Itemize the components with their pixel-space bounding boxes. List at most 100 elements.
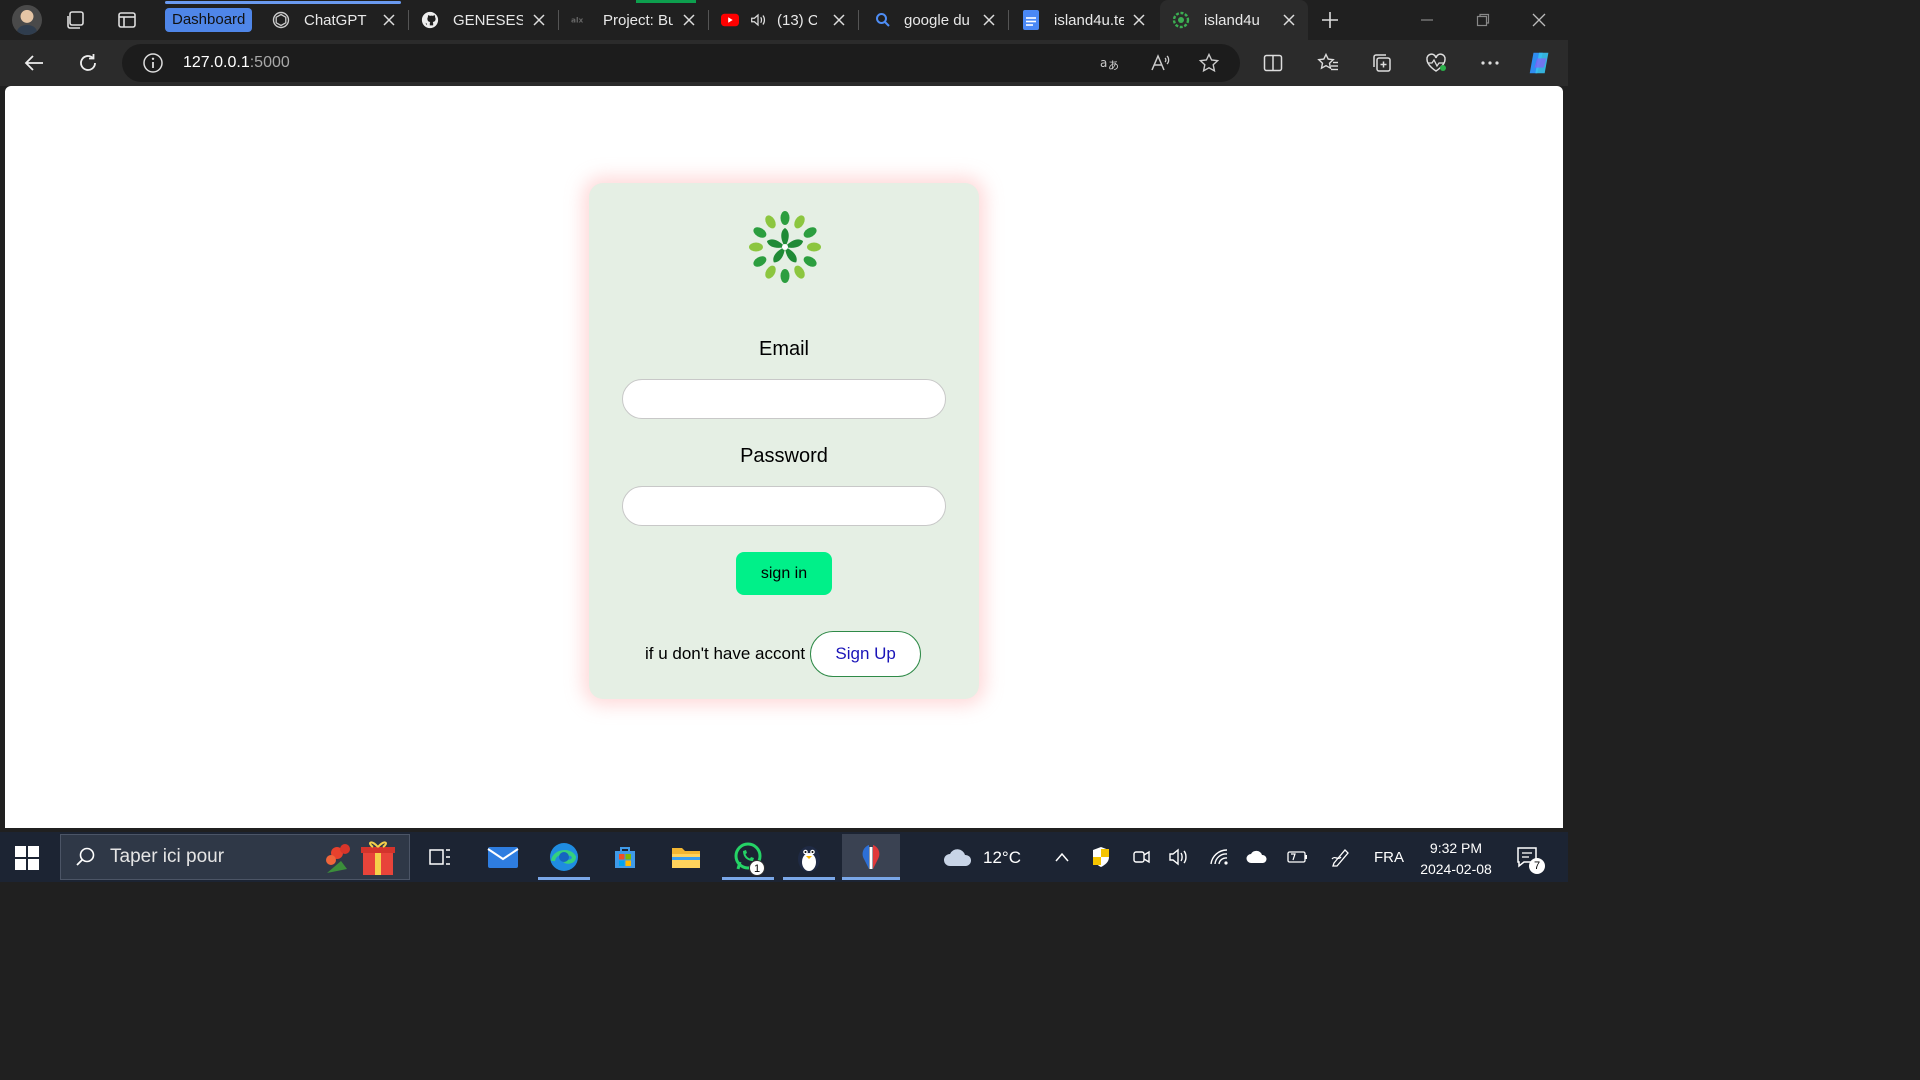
tab-group-label[interactable]: Dashboard (165, 8, 253, 32)
input-language[interactable]: FRA (1374, 849, 1404, 866)
search-highlight-gift-icon (326, 841, 395, 875)
close-tab-icon[interactable] (1280, 11, 1298, 29)
url-text[interactable]: 127.0.0.1:5000 (183, 54, 290, 72)
chatgpt-icon (272, 11, 290, 29)
browser-essentials-icon[interactable] (1422, 49, 1450, 77)
windows-start-icon[interactable] (14, 845, 40, 871)
tab-title: google du (904, 11, 970, 29)
speaker-icon[interactable] (749, 11, 767, 29)
sign-up-button[interactable]: Sign Up (810, 631, 922, 677)
weather-cloud-icon[interactable] (942, 846, 974, 868)
email-field[interactable] (622, 379, 946, 419)
browser-toolbar: 127.0.0.1:5000 aあ (0, 40, 1568, 86)
svg-text:alx: alx (571, 15, 583, 24)
close-window-icon[interactable] (1527, 8, 1551, 32)
password-label: Password (740, 445, 828, 467)
file-explorer-icon[interactable] (657, 834, 715, 880)
url-host: 127.0.0.1 (183, 54, 250, 71)
favorite-star-icon[interactable] (1197, 51, 1221, 75)
collections-icon[interactable] (1368, 49, 1396, 77)
tab-project[interactable]: alx Project: Bu (564, 0, 708, 40)
profile-avatar[interactable] (12, 5, 42, 35)
back-icon[interactable] (20, 49, 48, 77)
volume-icon[interactable] (1168, 846, 1190, 868)
tab-title: island4u.te (1054, 11, 1124, 29)
github-icon (421, 11, 439, 29)
onedrive-cloud-icon[interactable] (1246, 846, 1270, 868)
meet-now-icon[interactable] (1130, 846, 1152, 868)
mail-app-icon[interactable] (474, 834, 532, 880)
whatsapp-unread-badge: 1 (749, 860, 765, 876)
tab-island4u-active[interactable]: island4u (1160, 0, 1308, 40)
close-tab-icon[interactable] (1130, 11, 1148, 29)
notification-center-icon[interactable]: 7 (1515, 845, 1545, 874)
chevron-up-icon[interactable] (1051, 846, 1073, 868)
workspaces-icon[interactable] (62, 7, 88, 33)
weather-temperature[interactable]: 12°C (983, 848, 1021, 868)
sign-in-button[interactable]: sign in (736, 552, 832, 595)
minimize-icon[interactable] (1415, 8, 1439, 32)
windows-taskbar: Taper ici pour 1 12°C FRA 9:32 PM 2024-0… (0, 832, 1568, 882)
search-icon (874, 11, 892, 29)
close-tab-icon[interactable] (830, 11, 848, 29)
microsoft-store-icon[interactable] (596, 834, 654, 880)
search-placeholder: Taper ici pour (110, 846, 225, 867)
pen-workspace-icon[interactable] (1330, 846, 1352, 868)
tab-title: Project: Bu (603, 11, 673, 29)
edge-app-icon[interactable] (535, 834, 593, 880)
translate-icon[interactable]: aあ (1098, 51, 1122, 75)
split-screen-icon[interactable] (1259, 49, 1287, 77)
close-tab-icon[interactable] (530, 11, 548, 29)
close-tab-icon[interactable] (980, 11, 998, 29)
tab-title: (13) C (777, 11, 817, 29)
tab-chatgpt[interactable]: ChatGPT (264, 0, 408, 40)
linux-penguin-app-icon[interactable] (780, 834, 838, 880)
tab-github[interactable]: GENESESH (414, 0, 558, 40)
tab-google-search[interactable]: google du (864, 0, 1008, 40)
email-label: Email (758, 338, 809, 360)
close-tab-icon[interactable] (380, 11, 398, 29)
wifi-icon[interactable] (1208, 846, 1230, 868)
signup-row: if u don't have accont Sign Up (645, 631, 922, 677)
battery-icon[interactable] (1286, 846, 1308, 868)
svg-text:あ: あ (1108, 59, 1119, 72)
restore-icon[interactable] (1471, 8, 1495, 32)
task-view-icon[interactable] (411, 834, 469, 880)
search-icon (76, 847, 95, 866)
close-tab-icon[interactable] (680, 11, 698, 29)
system-clock[interactable]: 9:32 PM 2024-02-08 (1412, 838, 1500, 880)
clock-date: 2024-02-08 (1420, 861, 1492, 877)
read-aloud-icon[interactable] (1148, 51, 1172, 75)
copilot-icon[interactable] (1526, 49, 1554, 77)
login-card: Email Password sign in if u don't have a… (589, 183, 979, 699)
tab-title: ChatGPT (304, 11, 367, 29)
whatsapp-app-icon[interactable]: 1 (719, 834, 777, 880)
docs-icon (1022, 10, 1040, 30)
youtube-icon (721, 11, 739, 29)
page-viewport: Email Password sign in if u don't have a… (5, 86, 1563, 828)
tab-title: GENESESH (453, 11, 523, 29)
password-field[interactable] (622, 486, 946, 526)
clock-time: 9:32 PM (1429, 840, 1483, 856)
signup-prompt: if u don't have accont (645, 644, 806, 663)
island4u-logo-icon (1172, 11, 1190, 29)
refresh-icon[interactable] (74, 49, 102, 77)
security-shield-icon[interactable] (1090, 846, 1112, 868)
alx-icon: alx (571, 11, 589, 29)
favorites-icon[interactable] (1314, 49, 1342, 77)
svg-text:a: a (1100, 56, 1107, 70)
taskbar-search-box[interactable]: Taper ici pour (60, 834, 410, 880)
tab-youtube[interactable]: (13) C (714, 0, 858, 40)
more-options-icon[interactable] (1476, 49, 1504, 77)
island4u-logo-icon (749, 211, 821, 283)
address-bar[interactable]: 127.0.0.1:5000 aあ (122, 44, 1240, 82)
tab-strip: Dashboard ChatGPT GENESESH alx Project: … (0, 0, 1568, 40)
url-port: :5000 (249, 54, 290, 71)
vertical-tabs-icon[interactable] (114, 7, 140, 33)
notification-count-badge: 7 (1529, 858, 1545, 874)
active-app-icon[interactable] (842, 834, 900, 880)
tab-title: island4u (1204, 11, 1260, 29)
site-info-icon[interactable] (142, 52, 164, 74)
new-tab-icon[interactable] (1318, 8, 1342, 32)
tab-google-docs[interactable]: island4u.te (1014, 0, 1158, 40)
